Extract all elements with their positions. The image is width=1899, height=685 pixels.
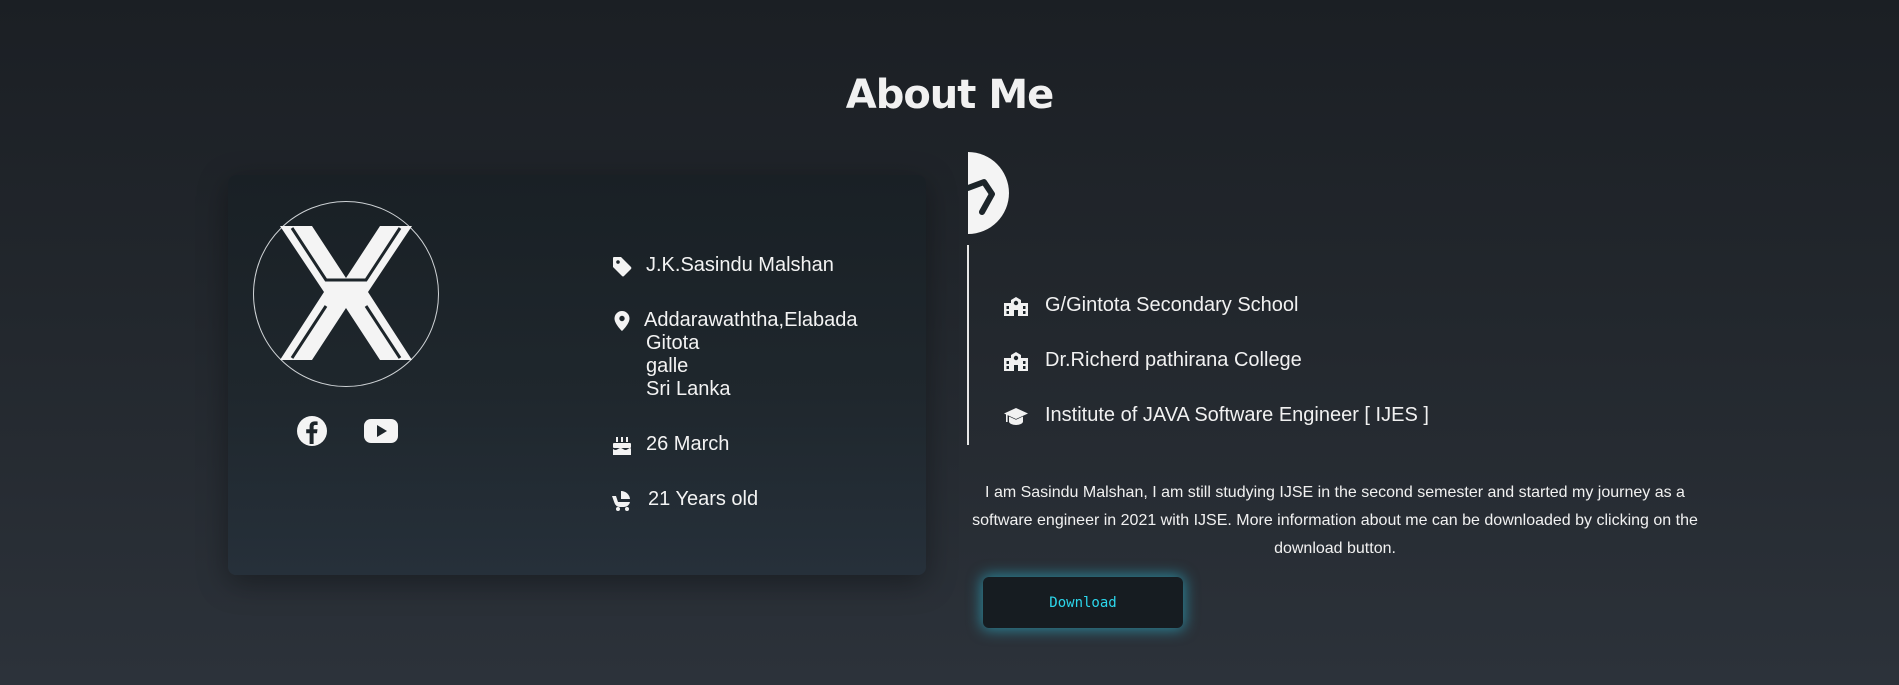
facebook-icon[interactable]: [294, 413, 330, 449]
address-line: Sri Lanka: [646, 378, 731, 400]
school-icon: [1004, 351, 1028, 371]
birthday-row: 26 March: [611, 433, 729, 456]
youtube-icon[interactable]: [362, 413, 400, 449]
page-title: About Me: [845, 72, 1055, 118]
profile-name: J.K.Sasindu Malshan: [646, 254, 834, 276]
name-row: J.K.Sasindu Malshan: [611, 254, 834, 277]
avatar: [253, 201, 439, 387]
tag-icon: [613, 257, 632, 277]
address-line: Gitota: [646, 332, 700, 354]
timeline-logo-icon: [966, 152, 1009, 234]
education-item: Institute of JAVA Software Engineer [ IJ…: [1003, 404, 1429, 427]
bio-text: I am Sasindu Malshan, I am still studyin…: [972, 484, 1698, 557]
address: Addarawaththa,Elabada Gitota galle Sri L…: [644, 309, 858, 401]
logo-icon: [280, 226, 412, 360]
address-line: Addarawaththa,Elabada: [644, 309, 858, 331]
school-icon: [1004, 296, 1028, 316]
education-label: G/Gintota Secondary School: [1045, 294, 1299, 316]
birthday-cake-icon: [613, 437, 631, 455]
profile-card: J.K.Sasindu Malshan Addarawaththa,Elabad…: [228, 175, 926, 575]
education-item: G/Gintota Secondary School: [1003, 294, 1298, 317]
download-button[interactable]: Download: [983, 577, 1183, 628]
education-item: Dr.Richerd pathirana College: [1003, 349, 1302, 372]
education-label: Dr.Richerd pathirana College: [1045, 349, 1302, 371]
location-pin-icon: [614, 311, 630, 331]
address-line: galle: [646, 355, 689, 377]
timeline-line: [967, 245, 969, 445]
age-row: 21 Years old: [611, 488, 758, 511]
baby-carriage-icon: [612, 490, 630, 511]
address-row: Addarawaththa,Elabada Gitota galle Sri L…: [611, 309, 858, 401]
graduation-cap-icon: [1004, 407, 1028, 425]
age: 21 Years old: [648, 488, 759, 510]
education-label: Institute of JAVA Software Engineer [ IJ…: [1045, 404, 1429, 426]
birthday: 26 March: [646, 433, 730, 455]
